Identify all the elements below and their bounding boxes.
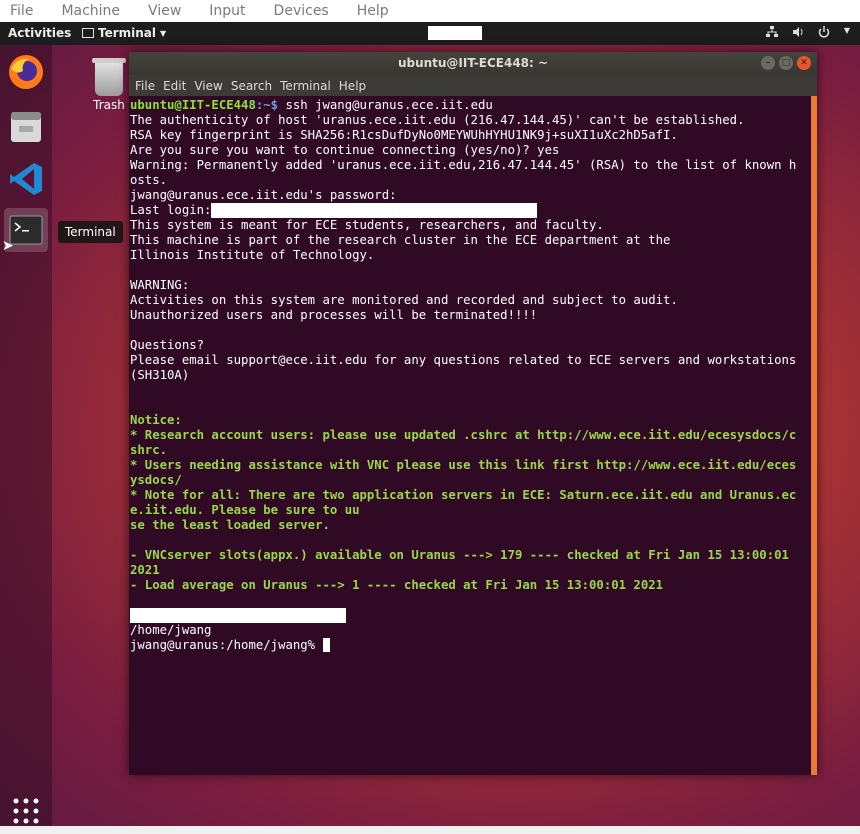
terminal-title: ubuntu@IIT-ECE448: ~: [397, 56, 549, 70]
terminal-line: osts.: [130, 173, 168, 187]
app-menu-label: Terminal: [98, 26, 157, 40]
terminal-line: 2021: [130, 563, 160, 577]
terminal-window[interactable]: ubuntu@IIT-ECE448: ~ – □ ✕ File Edit Vie…: [129, 52, 817, 775]
terminal-line: (SH310A): [130, 368, 190, 382]
terminal-line: shrc.: [130, 443, 168, 457]
dock: [0, 45, 52, 834]
prompt-user: ubuntu@IIT-ECE448: [130, 98, 256, 112]
window-controls: – □ ✕: [761, 56, 811, 70]
last-login-label: Last login:: [130, 203, 212, 217]
vbox-status-bar: [0, 826, 860, 834]
terminal-menu-edit[interactable]: Edit: [163, 79, 186, 93]
vbox-menu-file[interactable]: File: [10, 3, 33, 19]
terminal-line: RSA key fingerprint is SHA256:R1csDufDyN…: [130, 128, 678, 142]
terminal-menu-terminal[interactable]: Terminal: [280, 79, 331, 93]
terminal-line: * Users needing assistance with VNC plea…: [130, 458, 797, 472]
terminal-line: Activities on this system are monitored …: [130, 293, 678, 307]
terminal-line: Please email support@ece.iit.edu for any…: [130, 353, 797, 367]
files-icon: [11, 112, 41, 142]
terminal-titlebar[interactable]: ubuntu@IIT-ECE448: ~ – □ ✕: [129, 52, 817, 75]
terminal-line: se the least loaded server.: [130, 518, 330, 532]
chevron-down-icon: ▼: [160, 28, 167, 38]
minimize-button[interactable]: –: [761, 56, 775, 70]
dock-tooltip: Terminal: [58, 221, 123, 243]
power-icon: [818, 26, 830, 38]
terminal-menubar: File Edit View Search Terminal Help: [129, 75, 817, 96]
dock-firefox[interactable]: [4, 50, 48, 94]
terminal-line: Warning: Permanently added 'uranus.ece.i…: [130, 158, 797, 172]
last-login-redacted: [211, 203, 538, 218]
redacted-line: [130, 608, 346, 623]
vbox-menu-devices[interactable]: Devices: [274, 3, 329, 19]
terminal-line: e.iit.edu. Please be sure to uu: [130, 503, 360, 517]
vbox-menu-view[interactable]: View: [148, 3, 181, 19]
terminal-scrollbar[interactable]: [811, 96, 817, 775]
terminal-line: * Research account users: please use upd…: [130, 428, 797, 442]
terminal-line: - VNCserver slots(appx.) available on Ur…: [130, 548, 789, 562]
trash-label: Trash: [93, 98, 125, 112]
network-icon: [765, 26, 778, 37]
final-prompt: jwang@uranus:/home/jwang%: [130, 638, 323, 652]
app-menu-button[interactable]: Terminal ▼: [82, 26, 166, 40]
trash-desktop-icon[interactable]: Trash: [86, 58, 132, 112]
home-dir-line: /home/jwang: [130, 623, 212, 637]
terminal-line: Are you sure you want to continue connec…: [130, 143, 560, 157]
dock-vscode[interactable]: [4, 157, 48, 201]
terminal-line: Notice:: [130, 413, 182, 427]
terminal-menu-file[interactable]: File: [135, 79, 155, 93]
show-apps-icon: [13, 798, 39, 824]
terminal-line: Unauthorized users and processes will be…: [130, 308, 538, 322]
top-panel: Activities Terminal ▼ ▼: [0, 22, 860, 45]
trash-icon: [92, 58, 126, 96]
terminal-icon: [9, 215, 43, 245]
terminal-menu-search[interactable]: Search: [231, 79, 272, 93]
terminal-line: - Load average on Uranus ---> 1 ---- che…: [130, 578, 664, 592]
vscode-icon: [10, 163, 42, 195]
prompt-path: :~$: [255, 98, 286, 112]
terminal-line: Questions?: [130, 338, 205, 352]
terminal-menu-view[interactable]: View: [194, 79, 222, 93]
activities-button[interactable]: Activities: [8, 26, 71, 40]
dock-files[interactable]: [4, 105, 48, 149]
terminal-line: WARNING:: [130, 278, 190, 292]
terminal-line: Illinois Institute of Technology.: [130, 248, 375, 262]
terminal-line: ysdocs/: [130, 473, 182, 487]
terminal-line: The authenticity of host 'uranus.ece.iit…: [130, 113, 745, 127]
terminal-line: * Note for all: There are two applicatio…: [130, 488, 797, 502]
clock-redacted[interactable]: [428, 26, 482, 40]
vbox-menu-help[interactable]: Help: [357, 3, 389, 19]
vbox-menubar: File Machine View Input Devices Help: [0, 0, 860, 22]
firefox-icon: [9, 55, 43, 89]
vbox-menu-machine[interactable]: Machine: [61, 3, 120, 19]
ubuntu-desktop: Activities Terminal ▼ ▼ Terminal ➤ Trash…: [0, 22, 860, 834]
system-tray[interactable]: ▼: [765, 26, 850, 38]
terminal-mini-icon: [82, 28, 94, 38]
maximize-button[interactable]: □: [779, 56, 793, 70]
volume-icon: [792, 27, 803, 37]
text-cursor: [322, 638, 330, 652]
chevron-down-icon: ▼: [843, 26, 850, 35]
terminal-line: This system is meant for ECE students, r…: [130, 218, 604, 232]
vbox-menu-input[interactable]: Input: [209, 3, 245, 19]
terminal-output[interactable]: ubuntu@IIT-ECE448:~$ ssh jwang@uranus.ec…: [129, 96, 810, 777]
terminal-menu-help[interactable]: Help: [339, 79, 366, 93]
command-text: ssh jwang@uranus.ece.iit.edu: [285, 98, 493, 112]
terminal-line: jwang@uranus.ece.iit.edu's password:: [130, 188, 397, 202]
close-button[interactable]: ✕: [797, 56, 811, 70]
mouse-cursor-icon: ➤: [2, 238, 14, 254]
terminal-line: This machine is part of the research clu…: [130, 233, 671, 247]
